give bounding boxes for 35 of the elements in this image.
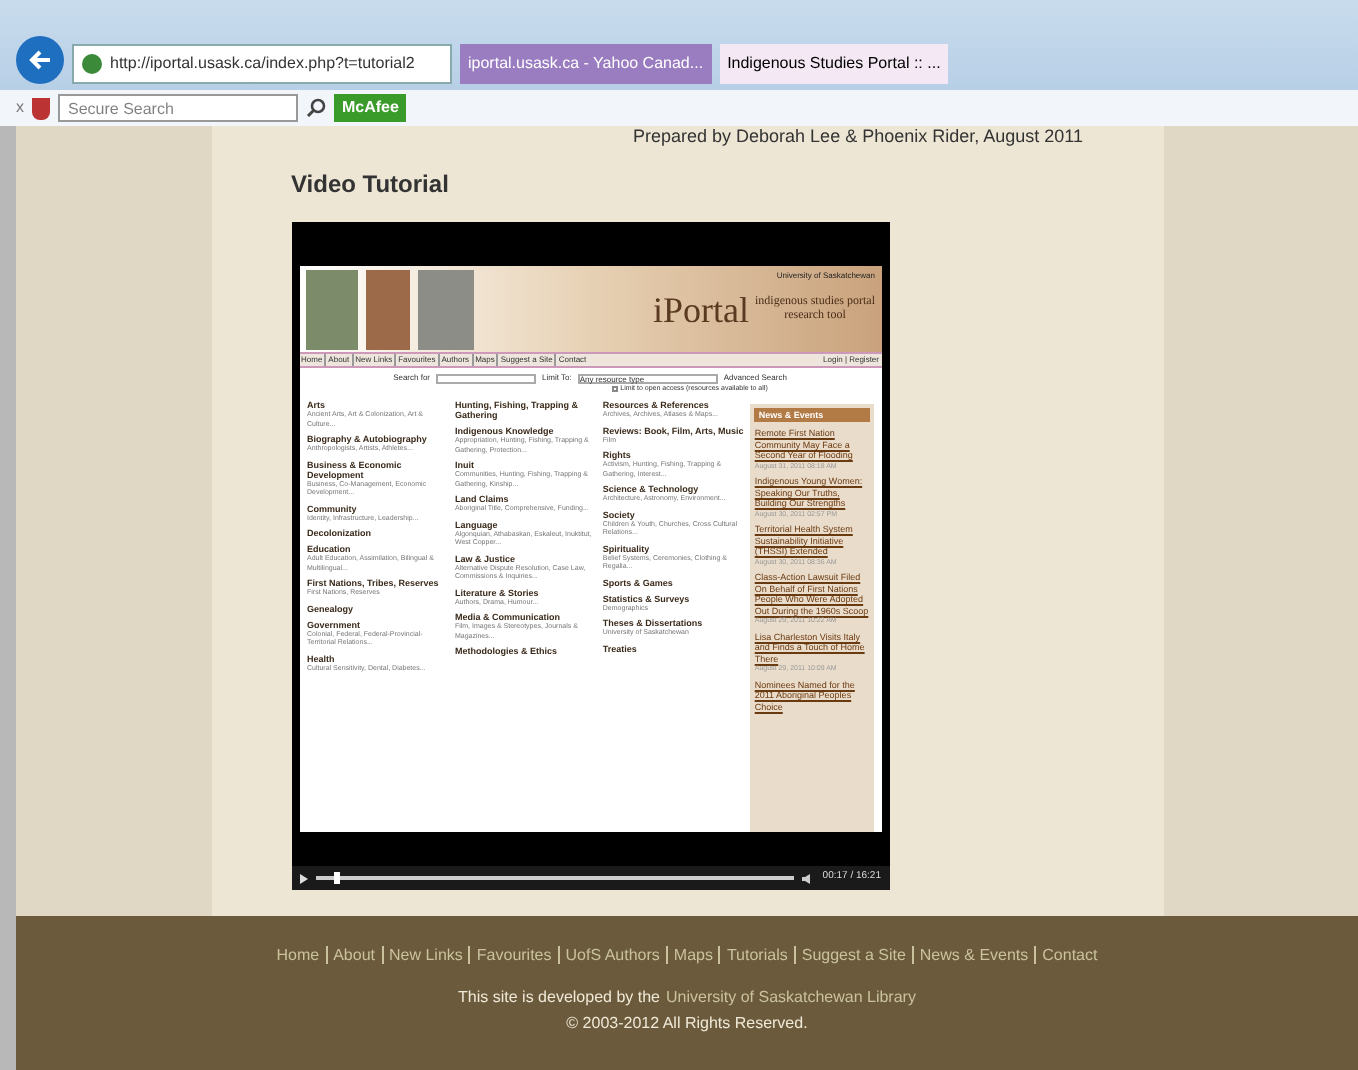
developed-by-text: This site is developed by the [458,986,660,1010]
browser-tab[interactable]: Indigenous Studies Portal :: ... [719,44,949,84]
photo-placeholder [365,269,409,349]
search-input[interactable] [436,373,537,383]
library-link[interactable]: University of Saskatchewan Library [666,986,916,1010]
credit-text: Prepared by Deborah Lee & Phoenix Rider, August 2011 [633,126,1083,148]
photo-placeholder [417,269,473,349]
search-field[interactable]: Secure Search [58,94,298,122]
progress-handle[interactable] [334,872,341,884]
volume-icon[interactable] [802,873,815,883]
footer-link[interactable]: News & Events [911,946,1029,964]
footer-link[interactable]: Home [276,946,320,964]
photo-placeholder [305,269,357,349]
footer-link[interactable]: Favourites [468,946,552,964]
footer-link[interactable]: New Links [381,946,463,964]
back-button[interactable] [16,36,64,84]
footer-link[interactable]: Suggest a Site [793,946,906,964]
mcafee-button[interactable]: McAfee [334,94,407,122]
close-toolbar-button[interactable]: x [16,96,24,120]
address-bar[interactable]: http://iportal.usask.ca/index.php?t=tutorial2 [72,44,452,84]
search-icon[interactable] [306,98,326,118]
copyright-text: © 2003-2012 All Rights Reserved. [566,1012,808,1036]
footer-link[interactable]: Contact [1034,946,1098,964]
url-text: http://iportal.usask.ca/index.php?t=tutorial2 [110,52,415,76]
page-heading: Video Tutorial [291,168,451,202]
shield-icon [32,97,50,119]
iportal-logo: iPortal [653,291,749,327]
play-icon[interactable] [299,873,307,883]
globe-icon [82,54,102,74]
open-access-checkbox[interactable] [612,386,619,393]
footer-link[interactable]: Tutorials [718,946,788,964]
footer-link[interactable]: Maps [665,946,713,964]
back-arrow-icon [28,48,52,72]
footer-link[interactable]: About [325,946,375,964]
footer-link[interactable]: UofS Authors [557,946,660,964]
